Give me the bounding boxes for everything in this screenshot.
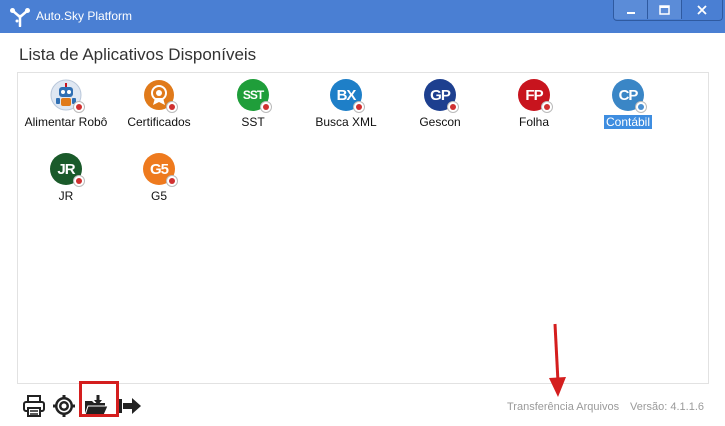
app-label: JR <box>58 189 74 203</box>
app-gescon[interactable]: GP Gescon <box>395 79 485 131</box>
app-g5[interactable]: G5 G5 <box>114 153 204 205</box>
close-button[interactable] <box>681 0 722 19</box>
app-label: G5 <box>150 189 167 203</box>
maximize-icon <box>659 4 670 15</box>
apps-grid: Alimentar Robô Certificados SST SST BX B… <box>17 72 709 384</box>
fp-icon: FP <box>518 79 553 113</box>
status-badge <box>166 175 178 187</box>
certificate-icon <box>143 79 178 113</box>
app-label: Alimentar Robô <box>24 115 108 129</box>
maximize-button[interactable] <box>647 0 681 19</box>
gear-icon <box>53 395 75 417</box>
sst-icon: SST <box>237 79 272 113</box>
status-badge <box>541 101 553 113</box>
exit-button[interactable] <box>116 392 144 420</box>
app-label: Folha <box>518 115 550 129</box>
minimize-icon <box>626 11 635 14</box>
close-icon <box>697 4 707 15</box>
app-contabil[interactable]: CP Contábil <box>583 79 673 131</box>
app-busca-xml[interactable]: BX Busca XML <box>301 79 391 131</box>
transfer-files-link[interactable]: Transferência Arquivos <box>507 401 619 413</box>
app-alimentar-robo[interactable]: Alimentar Robô <box>21 79 111 131</box>
app-folha[interactable]: FP Folha <box>489 79 579 131</box>
status-badge <box>635 101 647 113</box>
settings-button[interactable] <box>50 392 78 420</box>
status-badge <box>353 101 365 113</box>
exit-arrow-icon <box>119 398 141 414</box>
title-bar[interactable]: Auto.Sky Platform <box>0 0 725 33</box>
app-certificados[interactable]: Certificados <box>114 79 204 131</box>
app-sst[interactable]: SST SST <box>208 79 298 131</box>
annotation-arrow-icon <box>549 323 566 397</box>
bx-icon: BX <box>330 79 365 113</box>
print-button[interactable] <box>20 392 48 420</box>
page-title: Lista de Aplicativos Disponíveis <box>19 45 257 64</box>
version-label: Versão: 4.1.1.6 <box>630 401 704 413</box>
g5-icon: G5 <box>143 153 178 187</box>
highlight-box <box>79 381 119 417</box>
app-jr[interactable]: JR JR <box>21 153 111 205</box>
gp-icon: GP <box>424 79 459 113</box>
printer-icon <box>23 395 45 417</box>
window-controls <box>613 0 723 21</box>
app-window: Auto.Sky Platform Lista de Aplicativos D… <box>0 0 725 426</box>
status-badge <box>73 101 85 113</box>
status-badge <box>260 101 272 113</box>
status-badge <box>73 175 85 187</box>
window-title: Auto.Sky Platform <box>36 9 133 23</box>
robot-icon <box>50 79 85 113</box>
app-label: Busca XML <box>315 115 377 129</box>
jr-icon: JR <box>50 153 85 187</box>
status-badge <box>166 101 178 113</box>
app-label: Gescon <box>419 115 461 129</box>
app-logo-icon <box>10 8 30 27</box>
minimize-button[interactable] <box>614 0 647 19</box>
app-label: SST <box>241 115 265 129</box>
status-badge <box>447 101 459 113</box>
app-label-selected: Contábil <box>603 115 653 129</box>
app-label: Certificados <box>127 115 191 129</box>
cp-icon: CP <box>612 79 647 113</box>
